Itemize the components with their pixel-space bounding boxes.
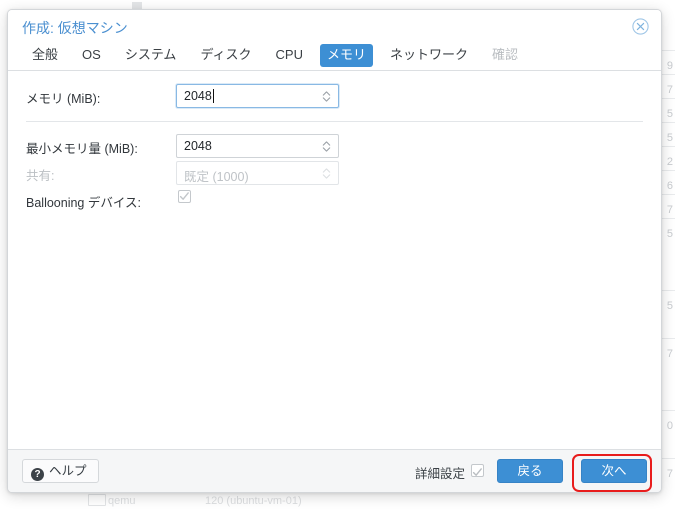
- dialog-body: メモリ (MiB): 2048 最小メモリ量 (MiB): 2048 共有: 既…: [8, 71, 661, 479]
- advanced-settings-checkbox[interactable]: [471, 464, 484, 477]
- shares-value: 既定 (1000): [184, 170, 249, 184]
- min-memory-spinner[interactable]: 2048: [176, 134, 339, 158]
- backdrop-row-type: qemu: [108, 495, 136, 507]
- tab-3[interactable]: ディスク: [193, 44, 258, 67]
- field-label-ballooning: Ballooning デバイス:: [26, 196, 141, 210]
- field-row-ballooning: Ballooning デバイス:: [8, 188, 661, 214]
- dialog-title: 作成: 仮想マシン: [22, 20, 128, 36]
- spinner-arrows-icon[interactable]: [322, 139, 331, 154]
- memory-value: 2048: [184, 89, 212, 103]
- field-row-shares: 共有: 既定 (1000): [8, 161, 661, 187]
- backdrop-vm-icon: [88, 494, 106, 506]
- dialog-tabbar[interactable]: 全般 OS システム ディスク CPU メモリ ネットワーク 確認: [8, 43, 661, 71]
- tab-2[interactable]: システム: [118, 44, 184, 67]
- advanced-settings-label: 詳細設定: [414, 467, 465, 481]
- back-button[interactable]: 戻る: [497, 459, 563, 483]
- spinner-arrows-icon: [322, 166, 331, 181]
- close-circle-icon[interactable]: [632, 18, 649, 35]
- tab-6[interactable]: ネットワーク: [383, 44, 475, 67]
- tab-7: 確認: [492, 47, 519, 62]
- backdrop-row-name: 120 (ubuntu-vm-01): [205, 495, 302, 507]
- create-vm-dialog: 作成: 仮想マシン 全般 OS システム ディスク CPU メモリ ネットワーク 確認 メモリ…: [7, 9, 662, 493]
- text-cursor: [213, 89, 214, 103]
- backdrop-row-number: 7: [666, 348, 673, 360]
- field-row-min-memory: 最小メモリ量 (MiB): 2048: [8, 134, 661, 160]
- field-label-min-memory: 最小メモリ量 (MiB):: [26, 142, 138, 156]
- dialog-footer: ? ヘルプ 詳細設定 戻る 次へ: [8, 449, 661, 492]
- ballooning-checkbox: [178, 190, 191, 203]
- shares-spinner: 既定 (1000): [176, 161, 339, 185]
- help-button-label: ヘルプ: [49, 464, 87, 478]
- backdrop-row-number: 5: [666, 300, 673, 312]
- backdrop-row-number: 7: [666, 84, 673, 96]
- next-button[interactable]: 次へ: [581, 459, 647, 483]
- backdrop-row-number: 7: [666, 468, 673, 480]
- tab-0[interactable]: 全般: [25, 44, 65, 67]
- field-row-memory: メモリ (MiB): 2048: [8, 84, 661, 110]
- backdrop-row-number: 6: [666, 180, 673, 192]
- dialog-titlebar: 作成: 仮想マシン: [8, 10, 661, 43]
- help-button[interactable]: ? ヘルプ: [22, 459, 99, 483]
- backdrop-row-number: 5: [666, 228, 673, 240]
- question-mark-icon: ?: [31, 468, 44, 481]
- backdrop-row-number: 2: [666, 156, 673, 168]
- min-memory-value: 2048: [184, 139, 212, 153]
- memory-spinner[interactable]: 2048: [176, 84, 339, 108]
- tab-5[interactable]: メモリ: [319, 44, 373, 67]
- backdrop-row-number: 0: [666, 420, 673, 432]
- backdrop-row-number: 5: [666, 108, 673, 120]
- backdrop-row-number: 7: [666, 204, 673, 216]
- tab-1[interactable]: OS: [75, 44, 108, 67]
- backdrop-row-number: 9: [666, 60, 673, 72]
- field-label-memory: メモリ (MiB):: [26, 92, 101, 106]
- field-label-shares: 共有:: [26, 169, 55, 183]
- section-divider: [26, 121, 643, 122]
- backdrop-top-tick: [132, 2, 142, 9]
- tab-4[interactable]: CPU: [269, 44, 310, 67]
- backdrop-row-number: 5: [666, 132, 673, 144]
- spinner-arrows-icon[interactable]: [322, 89, 331, 104]
